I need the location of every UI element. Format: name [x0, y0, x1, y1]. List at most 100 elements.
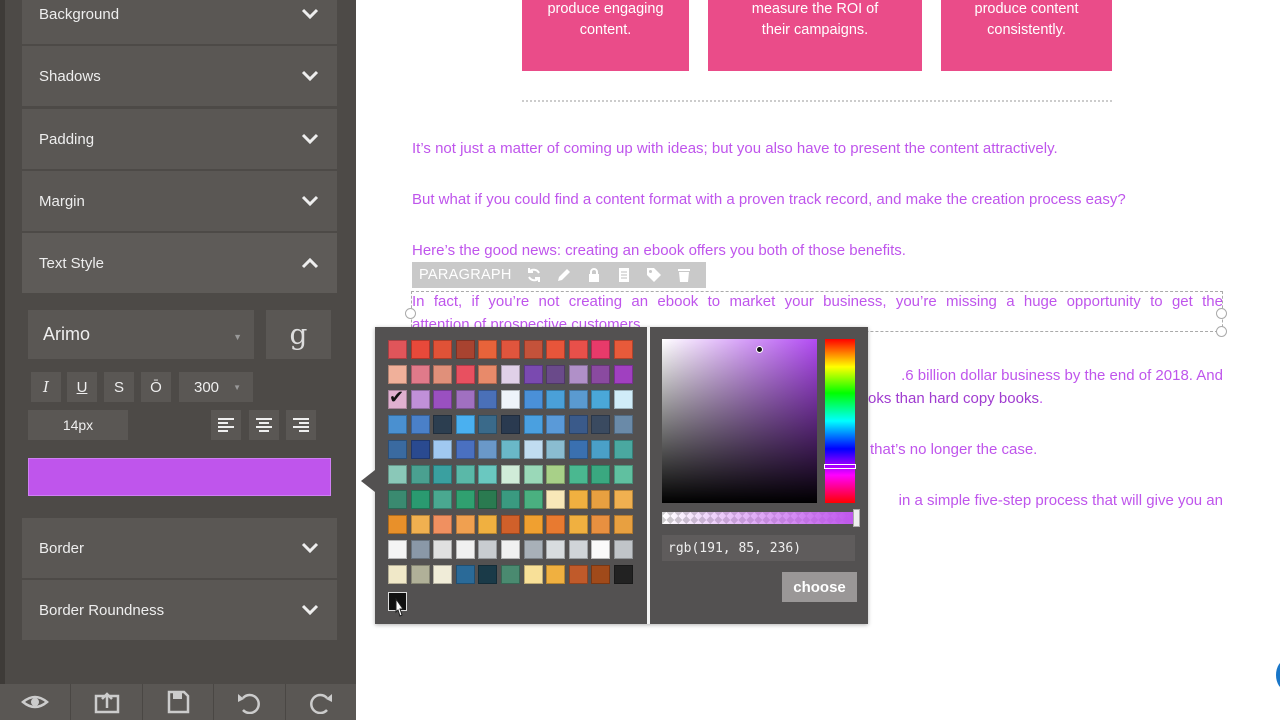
- color-swatch[interactable]: [455, 490, 475, 509]
- color-swatch[interactable]: [613, 365, 633, 384]
- strikethrough-button[interactable]: S: [104, 372, 134, 402]
- color-swatch[interactable]: [613, 415, 633, 434]
- color-swatch[interactable]: [410, 390, 430, 409]
- color-swatch[interactable]: [388, 490, 407, 509]
- paragraph[interactable]: It’s not just a matter of coming up with…: [412, 137, 1223, 160]
- color-swatch[interactable]: [388, 565, 407, 584]
- document-icon[interactable]: [609, 267, 639, 283]
- color-swatch[interactable]: [568, 565, 588, 584]
- color-swatch[interactable]: [500, 565, 520, 584]
- color-swatch[interactable]: [568, 340, 588, 359]
- color-swatch[interactable]: [523, 390, 543, 409]
- tag-icon[interactable]: [639, 267, 669, 283]
- color-swatch[interactable]: [500, 515, 520, 534]
- color-swatch[interactable]: [410, 515, 430, 534]
- color-swatch[interactable]: [546, 465, 566, 484]
- color-swatch[interactable]: [568, 465, 588, 484]
- paragraph-fragment[interactable]: that’s no longer the case.: [870, 438, 1170, 461]
- color-swatch[interactable]: [546, 340, 566, 359]
- alpha-handle[interactable]: [853, 509, 860, 527]
- color-swatch[interactable]: [410, 465, 430, 484]
- save-button[interactable]: [143, 684, 215, 720]
- color-swatch[interactable]: [523, 540, 543, 559]
- refresh-icon[interactable]: [519, 267, 549, 283]
- color-swatch[interactable]: [613, 390, 633, 409]
- color-swatch[interactable]: [433, 440, 453, 459]
- color-swatch[interactable]: [500, 390, 520, 409]
- color-swatch[interactable]: [478, 565, 498, 584]
- color-swatch[interactable]: [455, 515, 475, 534]
- color-swatch[interactable]: [546, 365, 566, 384]
- color-swatch[interactable]: [433, 365, 453, 384]
- color-swatch[interactable]: [455, 365, 475, 384]
- color-swatch[interactable]: [546, 490, 566, 509]
- section-background[interactable]: Background: [22, 0, 337, 44]
- color-swatch[interactable]: [478, 440, 498, 459]
- color-swatch[interactable]: [568, 365, 588, 384]
- color-swatch[interactable]: [433, 340, 453, 359]
- color-swatch[interactable]: [388, 540, 407, 559]
- section-text-style[interactable]: Text Style: [22, 233, 337, 293]
- saturation-value-area[interactable]: [662, 339, 817, 503]
- color-swatch[interactable]: [613, 490, 633, 509]
- color-swatch[interactable]: [546, 540, 566, 559]
- color-value-input[interactable]: [662, 535, 855, 561]
- color-swatch[interactable]: [568, 490, 588, 509]
- font-weight-select[interactable]: 300 ▼: [179, 372, 253, 402]
- choose-button[interactable]: choose: [782, 572, 857, 602]
- resize-handle[interactable]: [1216, 326, 1227, 337]
- color-swatch[interactable]: [500, 340, 520, 359]
- lock-icon[interactable]: [579, 267, 609, 283]
- color-swatch[interactable]: [410, 440, 430, 459]
- resize-handle[interactable]: [405, 308, 416, 319]
- text-color-swatch[interactable]: [28, 458, 331, 496]
- color-swatch[interactable]: [455, 565, 475, 584]
- hue-handle[interactable]: [824, 464, 856, 469]
- color-swatch[interactable]: [410, 365, 430, 384]
- color-swatch[interactable]: [591, 515, 611, 534]
- color-swatch[interactable]: [388, 440, 407, 459]
- color-swatch[interactable]: [500, 415, 520, 434]
- paragraph-fragment[interactable]: in a simple five-step process that will …: [870, 489, 1223, 512]
- color-swatch[interactable]: [388, 465, 407, 484]
- color-swatch[interactable]: [568, 415, 588, 434]
- pencil-icon[interactable]: [549, 267, 579, 283]
- color-swatch[interactable]: [433, 565, 453, 584]
- color-swatch[interactable]: [433, 490, 453, 509]
- color-swatch[interactable]: [568, 540, 588, 559]
- color-swatch[interactable]: [591, 415, 611, 434]
- color-swatch[interactable]: [478, 515, 498, 534]
- color-swatch[interactable]: [546, 415, 566, 434]
- color-swatch[interactable]: [523, 440, 543, 459]
- color-swatch[interactable]: [478, 340, 498, 359]
- color-swatch[interactable]: [433, 390, 453, 409]
- color-swatch[interactable]: [500, 540, 520, 559]
- saturation-cursor[interactable]: [756, 346, 763, 353]
- color-swatch[interactable]: [478, 465, 498, 484]
- color-swatch[interactable]: [523, 365, 543, 384]
- color-swatch[interactable]: [410, 565, 430, 584]
- redo-button[interactable]: [286, 684, 356, 720]
- color-swatch[interactable]: [613, 540, 633, 559]
- resize-handle[interactable]: [1216, 308, 1227, 319]
- color-swatch[interactable]: [568, 440, 588, 459]
- alpha-slider[interactable]: [662, 512, 855, 524]
- color-swatch[interactable]: [523, 515, 543, 534]
- color-swatch[interactable]: [478, 490, 498, 509]
- color-swatch[interactable]: [613, 340, 633, 359]
- color-swatch[interactable]: [591, 340, 611, 359]
- section-padding[interactable]: Padding: [22, 109, 337, 169]
- align-center-button[interactable]: [249, 410, 279, 440]
- color-swatch[interactable]: [500, 440, 520, 459]
- color-swatch[interactable]: [500, 465, 520, 484]
- color-swatch[interactable]: [478, 540, 498, 559]
- color-swatch[interactable]: [591, 365, 611, 384]
- paragraph[interactable]: But what if you could find a content for…: [412, 188, 1223, 211]
- color-swatch[interactable]: [388, 340, 407, 359]
- color-swatch[interactable]: [546, 565, 566, 584]
- color-swatch[interactable]: [568, 390, 588, 409]
- color-swatch[interactable]: [500, 490, 520, 509]
- overline-button[interactable]: Ō: [141, 372, 171, 402]
- color-swatch[interactable]: [433, 515, 453, 534]
- color-swatch[interactable]: [500, 365, 520, 384]
